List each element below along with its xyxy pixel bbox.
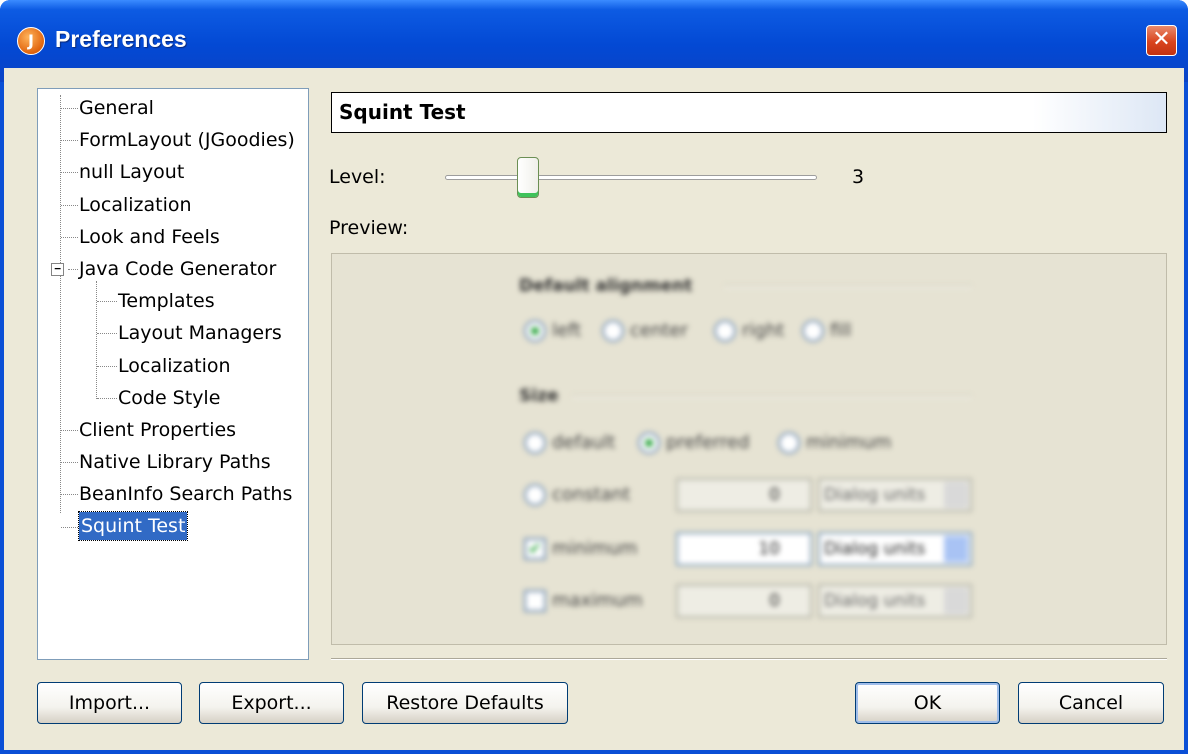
preview-panel: Default alignment left center right fill…	[331, 253, 1167, 645]
minimum-checkbox: ✔	[524, 538, 546, 560]
preview-label: Preview:	[329, 217, 409, 239]
constant-spinner: 0	[676, 478, 812, 512]
tree-item[interactable]: Client Properties	[79, 415, 236, 445]
tree-item[interactable]: Templates	[118, 286, 215, 316]
blurred-preview: Default alignment left center right fill…	[332, 254, 1166, 644]
window-title: Preferences	[55, 26, 187, 52]
option-center: center	[630, 320, 688, 341]
radio-left	[524, 320, 546, 342]
constant-label: constant	[552, 484, 631, 505]
export-button[interactable]: Export...	[199, 682, 344, 724]
close-button[interactable]: ✕	[1146, 25, 1177, 56]
preferences-tree[interactable]: − General FormLayout (JGoodies) null Layou…	[37, 88, 309, 660]
maximum-checkbox	[524, 590, 546, 612]
radio-constant	[524, 484, 546, 506]
level-slider-thumb[interactable]	[517, 157, 539, 198]
tree-connector-line	[60, 95, 61, 513]
minimum-spinner: 10	[676, 532, 812, 566]
tree-item[interactable]: Layout Managers	[118, 318, 282, 348]
option-preferred: preferred	[666, 432, 750, 453]
import-button[interactable]: Import...	[37, 682, 182, 724]
tree-item[interactable]: null Layout	[79, 157, 184, 187]
dialog-body: − General FormLayout (JGoodies) null Layou…	[4, 68, 1184, 750]
page-title: Squint Test	[331, 92, 1167, 133]
tree-item[interactable]: Look and Feels	[79, 222, 220, 252]
tree-item[interactable]: BeanInfo Search Paths	[79, 479, 292, 509]
tree-item[interactable]: Code Style	[118, 383, 220, 413]
tree-item[interactable]: Squint Test	[77, 510, 189, 541]
tree-item[interactable]: Java Code Generator	[79, 254, 276, 284]
level-slider-track[interactable]	[445, 175, 817, 180]
maximum-label: maximum	[552, 590, 643, 611]
tree-item[interactable]: Native Library Paths	[79, 447, 271, 477]
radio-preferred	[638, 432, 660, 454]
separator	[724, 285, 972, 288]
preferences-window: J Preferences ✕ − General FormLayout (JGo…	[0, 0, 1188, 754]
option-minimum: minimum	[806, 432, 892, 453]
ok-button[interactable]: OK	[855, 682, 1000, 724]
tree-item[interactable]: Localization	[79, 190, 192, 220]
option-fill: fill	[830, 320, 852, 341]
level-label: Level:	[329, 166, 386, 188]
radio-fill	[802, 320, 824, 342]
tree-item[interactable]: Localization	[118, 351, 231, 381]
maximum-units-combo: Dialog units	[818, 584, 972, 618]
radio-default	[524, 432, 546, 454]
tree-item[interactable]: General	[79, 93, 154, 123]
option-left: left	[552, 320, 582, 341]
app-logo-icon: J	[17, 27, 45, 55]
radio-center	[602, 320, 624, 342]
collapse-icon[interactable]: −	[51, 263, 64, 276]
tree-connector-line	[96, 281, 97, 399]
option-right: right	[742, 320, 785, 341]
maximum-spinner: 0	[676, 584, 812, 618]
cancel-button[interactable]: Cancel	[1018, 682, 1164, 724]
separator	[572, 395, 972, 398]
minimum-units-combo: Dialog units	[818, 532, 972, 566]
separator	[331, 658, 1167, 660]
level-value: 3	[852, 166, 865, 188]
size-heading: Size	[519, 386, 559, 406]
radio-right	[714, 320, 736, 342]
tree-item[interactable]: FormLayout (JGoodies)	[79, 125, 295, 155]
alignment-heading: Default alignment	[519, 276, 693, 296]
constant-units-combo: Dialog units	[818, 478, 972, 512]
radio-minimum	[778, 432, 800, 454]
minimum-label: minimum	[552, 538, 638, 559]
restore-defaults-button[interactable]: Restore Defaults	[362, 682, 568, 724]
option-default: default	[552, 432, 616, 453]
